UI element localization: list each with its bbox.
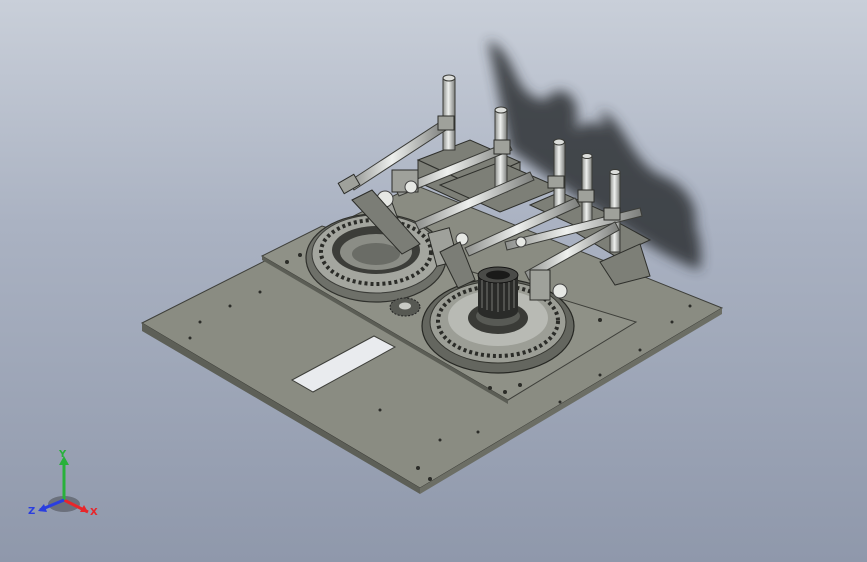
idler-gear bbox=[389, 297, 421, 317]
spline-hub[interactable] bbox=[477, 266, 519, 319]
orientation-triad[interactable]: Y X Z bbox=[26, 448, 106, 524]
cad-viewport[interactable] bbox=[0, 0, 867, 562]
y-axis-label: Y bbox=[58, 449, 67, 460]
x-axis-label: X bbox=[90, 507, 98, 518]
z-axis-label: Z bbox=[28, 506, 35, 517]
